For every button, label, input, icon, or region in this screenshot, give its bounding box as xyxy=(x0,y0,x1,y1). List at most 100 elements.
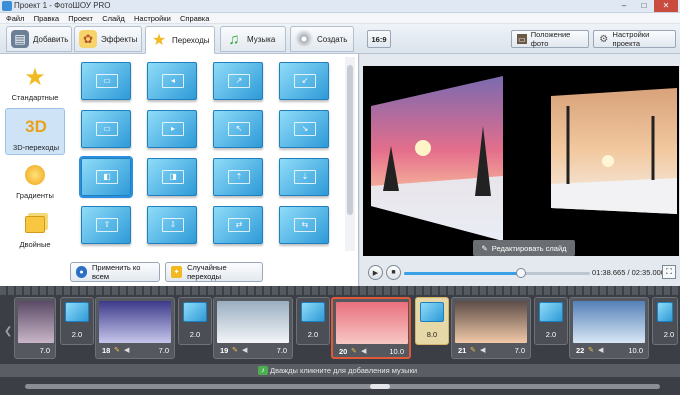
timeline-transition[interactable]: 2.0 xyxy=(178,297,212,345)
category-3d[interactable]: 3D 3D-переходы xyxy=(5,108,65,155)
scrollbar-thumb[interactable] xyxy=(347,65,353,215)
photo-position-button[interactable]: ▭ Положение фото xyxy=(511,30,589,48)
preview-screen[interactable]: ✎ Редактировать слайд xyxy=(363,66,679,256)
menu-bar: Файл Правка Проект Слайд Настройки Справ… xyxy=(0,13,680,24)
menu-slide[interactable]: Слайд xyxy=(102,13,125,24)
music-track[interactable]: ♪ Дважды кликните для добавления музыки xyxy=(0,364,680,377)
transition-thumb[interactable]: ◨ xyxy=(147,158,197,196)
timeline-transition[interactable]: 2.0 xyxy=(296,297,330,345)
close-button[interactable]: ✕ xyxy=(654,0,678,12)
tab-add[interactable]: ▤ Добавить xyxy=(6,26,72,52)
timeline-slide[interactable]: 7.0 xyxy=(14,297,56,359)
transition-glyph: ⇣ xyxy=(294,170,316,184)
folder-icon: ▤ xyxy=(11,30,29,48)
transition-glyph: ▸ xyxy=(162,122,184,136)
speaker-icon[interactable]: ◀ xyxy=(242,346,251,355)
category-gradients[interactable]: Градиенты xyxy=(5,157,65,204)
pencil-icon[interactable]: ✎ xyxy=(114,346,123,355)
transition-thumb[interactable]: ↖ xyxy=(213,110,263,148)
speaker-icon[interactable]: ◀ xyxy=(480,346,489,355)
menu-help[interactable]: Справка xyxy=(180,13,209,24)
main-toolbar: ▤ Добавить ✿ Эффекты ★ Переходы ♫ Музыка… xyxy=(0,24,680,54)
transition-thumb[interactable]: ▭ xyxy=(81,110,131,148)
aspect-ratio-button[interactable]: 16:9 xyxy=(367,30,391,48)
apply-to-all-button[interactable]: ● Применить ко всем xyxy=(70,262,160,282)
slide-thumbnail xyxy=(217,301,289,343)
timeline-scrollbar[interactable] xyxy=(25,384,660,389)
transition-thumb[interactable]: ⇄ xyxy=(213,206,263,244)
transition-thumb[interactable]: ↗ xyxy=(213,62,263,100)
slide-number: 18 xyxy=(102,346,111,355)
transition-glyph: ↗ xyxy=(228,74,250,88)
transition-thumb[interactable]: ⇣ xyxy=(279,158,329,196)
minimize-button[interactable]: – xyxy=(614,0,634,12)
timeline-transition[interactable]: 2.0 xyxy=(60,297,94,345)
slide-number: 19 xyxy=(220,346,229,355)
category-3d-label: 3D-переходы xyxy=(13,143,59,152)
sun-gradient-icon xyxy=(22,162,48,188)
tab-create[interactable]: Создать xyxy=(290,26,354,52)
edit-slide-label: Редактировать слайд xyxy=(491,243,567,253)
timeline-slide[interactable]: 22 ✎ ◀ 10.0 xyxy=(569,297,649,359)
timeline-slide-selected[interactable]: 20 ✎ ◀ 10.0 xyxy=(331,297,411,359)
tab-effects[interactable]: ✿ Эффекты xyxy=(74,26,142,52)
speaker-icon[interactable]: ◀ xyxy=(361,347,370,356)
menu-file[interactable]: Файл xyxy=(6,13,24,24)
transition-thumb[interactable]: ◂ xyxy=(147,62,197,100)
slide-number: 20 xyxy=(339,347,348,356)
title-bar: Проект 1 - ФотоШОУ PRO – □ ✕ xyxy=(0,0,680,13)
transition-thumb[interactable]: ▸ xyxy=(147,110,197,148)
pencil-icon[interactable]: ✎ xyxy=(588,346,597,355)
play-button[interactable]: ▶ xyxy=(368,265,383,280)
transition-thumb[interactable]: ⇩ xyxy=(147,206,197,244)
star-icon: ★ xyxy=(24,63,46,91)
timeline-slide[interactable]: 21 ✎ ◀ 7.0 xyxy=(451,297,531,359)
pencil-icon[interactable]: ✎ xyxy=(232,346,241,355)
random-transitions-button[interactable]: ✦ Случайные переходы xyxy=(165,262,263,282)
transition-thumb[interactable]: ↘ xyxy=(279,110,329,148)
preview-3d-transition-image xyxy=(371,76,677,241)
menu-settings[interactable]: Настройки xyxy=(134,13,171,24)
transition-thumb[interactable]: ⇆ xyxy=(279,206,329,244)
timeline-transition[interactable]: 2.0 xyxy=(534,297,568,345)
tab-music-label: Музыка xyxy=(247,34,276,44)
fullscreen-button[interactable]: ⛶ xyxy=(662,265,676,279)
transition-grid-scrollbar[interactable] xyxy=(345,57,355,251)
pencil-icon[interactable]: ✎ xyxy=(351,347,360,356)
slide-duration: 7.0 xyxy=(514,346,525,355)
menu-edit[interactable]: Правка xyxy=(34,13,59,24)
timeline-slide[interactable]: 18 ✎ ◀ 7.0 xyxy=(95,297,175,359)
pencil-icon[interactable]: ✎ xyxy=(470,346,479,355)
scroll-left-icon[interactable]: ❮ xyxy=(4,326,12,337)
window-title: Проект 1 - ФотоШОУ PRO xyxy=(14,1,111,10)
edit-slide-button[interactable]: ✎ Редактировать слайд xyxy=(473,240,575,256)
tab-music[interactable]: ♫ Музыка xyxy=(220,26,286,52)
tab-transitions-label: Переходы xyxy=(172,35,210,45)
transition-thumb[interactable]: ⇧ xyxy=(81,206,131,244)
category-standard[interactable]: ★ Стандартные xyxy=(5,59,65,106)
slide-number: 21 xyxy=(458,346,467,355)
transition-duration: 2.0 xyxy=(189,330,201,339)
transition-thumb[interactable]: ⇡ xyxy=(213,158,263,196)
transition-thumb-selected[interactable]: ◧ xyxy=(79,156,133,198)
maximize-button[interactable]: □ xyxy=(634,0,654,12)
stop-button[interactable]: ■ xyxy=(386,265,401,280)
timeline-transition[interactable]: 2.0 xyxy=(652,297,678,345)
transition-thumb[interactable]: ▭ xyxy=(81,62,131,100)
speaker-icon[interactable]: ◀ xyxy=(598,346,607,355)
transition-glyph: ▭ xyxy=(96,122,118,136)
music-add-icon: ♪ xyxy=(258,366,268,375)
tab-transitions[interactable]: ★ Переходы xyxy=(145,26,215,54)
seek-handle[interactable] xyxy=(516,268,527,278)
timeline-slide[interactable]: 19 ✎ ◀ 7.0 xyxy=(213,297,293,359)
speaker-icon[interactable]: ◀ xyxy=(124,346,133,355)
category-double[interactable]: Двойные xyxy=(5,206,65,253)
timeline-transition-selected[interactable]: 8.0 xyxy=(415,297,449,345)
scrollbar-thumb[interactable] xyxy=(370,384,390,389)
menu-project[interactable]: Проект xyxy=(68,13,93,24)
3d-text-icon: 3D xyxy=(25,117,47,136)
slide-duration: 7.0 xyxy=(39,346,50,355)
transition-thumb[interactable]: ↙ xyxy=(279,62,329,100)
project-settings-button[interactable]: ⚙ Настройки проекта xyxy=(593,30,676,48)
seek-bar[interactable] xyxy=(404,268,590,278)
